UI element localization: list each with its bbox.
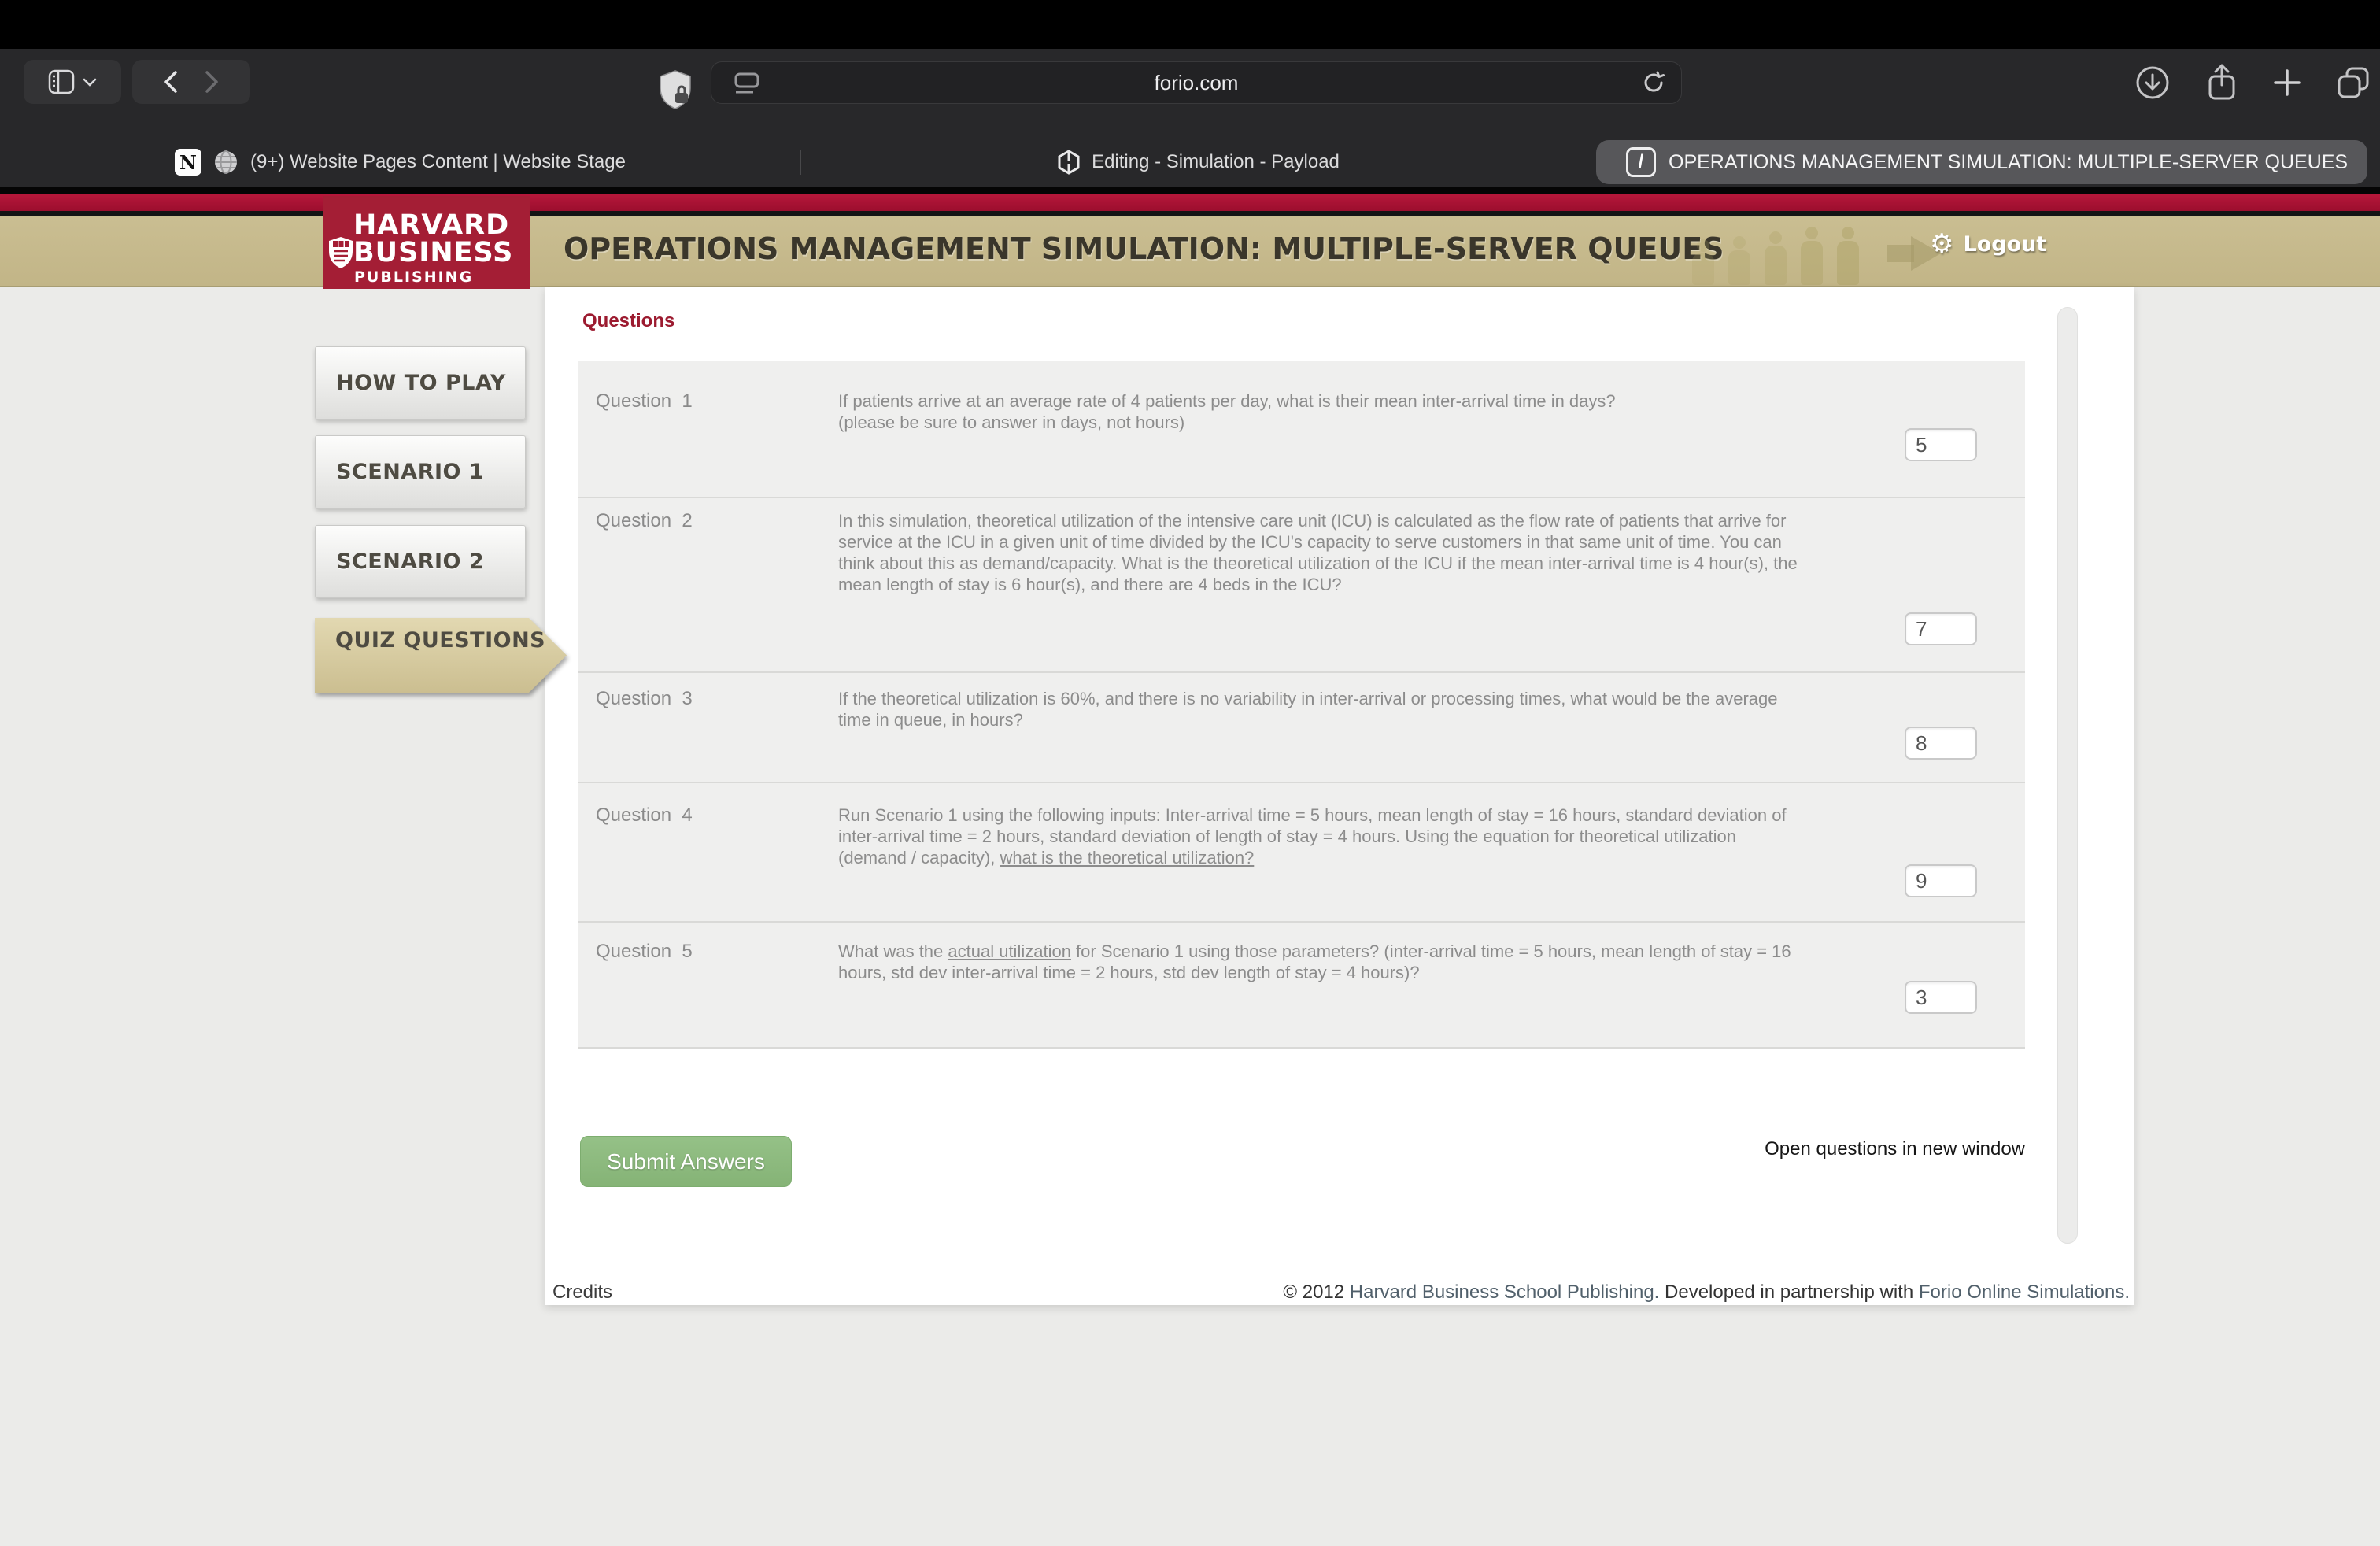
forward-button[interactable]	[201, 68, 222, 95]
tab-overview-icon[interactable]	[2336, 65, 2371, 100]
question-inline-link[interactable]: what is the theoretical utilization?	[1000, 848, 1254, 867]
page-title: OPERATIONS MANAGEMENT SIMULATION: MULTIP…	[564, 231, 1744, 266]
sidebar-item-quiz-questions-active[interactable]: QUIZ QUESTIONS	[315, 618, 567, 693]
logo-line-2: BUSINESS	[353, 237, 513, 268]
harvard-shield-icon	[327, 235, 354, 270]
sidebar-item-label: SCENARIO 1	[336, 460, 484, 484]
question-text-part: If patients arrive at an average rate of…	[838, 391, 1616, 432]
question-row-4: Question 4 Run Scenario 1 using the foll…	[578, 783, 2025, 923]
copyright-line: © 2012 Harvard Business School Publishin…	[1283, 1282, 2130, 1304]
sidebar-icon	[47, 68, 76, 96]
question-text-part: What was the	[838, 941, 948, 961]
menu-bar	[0, 0, 2380, 49]
answer-input-3[interactable]	[1905, 727, 1977, 760]
copyright-prefix: © 2012	[1283, 1282, 1349, 1303]
people-silhouettes-graphic	[1692, 222, 1897, 285]
questions-section-title: Questions	[582, 310, 674, 332]
chevron-down-icon	[82, 76, 98, 87]
question-text: Run Scenario 1 using the following input…	[838, 804, 1806, 868]
screen: forio.com	[0, 0, 2380, 1546]
harvard-business-publishing-logo[interactable]: HARVARD BUSINESS PUBLISHING	[323, 196, 530, 289]
back-button[interactable]	[161, 68, 181, 95]
question-label: Question 1	[596, 390, 693, 412]
logout-control[interactable]: ⚙ Logout	[1930, 227, 2046, 261]
logo-line-3: PUBLISHING	[354, 268, 473, 286]
question-row-1: Question 1 If patients arrive at an aver…	[578, 361, 2025, 498]
notion-icon: N	[175, 149, 201, 176]
tab-label: OPERATIONS MANAGEMENT SIMULATION: MULTIP…	[1669, 151, 2348, 174]
downloads-icon[interactable]	[2134, 65, 2171, 101]
sidebar-item-label: SCENARIO 2	[336, 549, 484, 574]
logout-label: Logout	[1963, 232, 2046, 257]
page-settings-icon[interactable]	[734, 72, 760, 95]
question-row-2: Question 2 In this simulation, theoretic…	[578, 498, 2025, 673]
question-row-5: Question 5 What was the actual utilizati…	[578, 923, 2025, 1049]
question-label: Question 2	[596, 510, 693, 532]
person-silhouette	[1801, 241, 1823, 285]
tab-label: Editing - Simulation - Payload	[1092, 151, 1340, 173]
question-label: Question 5	[596, 941, 693, 963]
simulation-favicon: /	[1626, 147, 1656, 177]
sidebar-item-label: QUIZ QUESTIONS	[315, 618, 567, 693]
url-bar[interactable]: forio.com	[711, 61, 1682, 104]
credits-link[interactable]: Credits	[552, 1282, 612, 1304]
tab-website-pages[interactable]: N (9+) Website Pages Content | Website S…	[0, 138, 800, 187]
chrome-page-gap	[0, 187, 2380, 194]
answer-input-2[interactable]	[1905, 612, 1977, 645]
sidebar-item-label: HOW TO PLAY	[336, 371, 506, 395]
refresh-icon[interactable]	[1642, 71, 1665, 94]
questions-box: Question 1 If patients arrive at an aver…	[578, 361, 2025, 1049]
tab-active-simulation[interactable]: / OPERATIONS MANAGEMENT SIMULATION: MULT…	[1596, 140, 2367, 184]
sidebar-item-scenario-2[interactable]: SCENARIO 2	[315, 525, 526, 598]
question-row-3: Question 3 If the theoretical utilizatio…	[578, 673, 2025, 783]
person-silhouette	[1692, 253, 1714, 285]
question-text-part: Run Scenario 1 using the following input…	[838, 805, 1791, 867]
tab-label: (9+) Website Pages Content | Website Sta…	[250, 151, 626, 173]
person-silhouette	[1765, 246, 1787, 285]
answer-input-4[interactable]	[1905, 864, 1977, 897]
arrow-graphic-bar	[1887, 245, 1914, 262]
partnership-text: Developed in partnership with	[1659, 1282, 1919, 1303]
question-label: Question 3	[596, 688, 693, 710]
forio-epicenter-icon	[1057, 150, 1081, 175]
logo-line-1: HARVARD	[353, 209, 509, 241]
question-inline-link[interactable]: actual utilization	[948, 941, 1071, 961]
person-silhouette	[1728, 250, 1750, 285]
submit-answers-label: Submit Answers	[607, 1149, 765, 1174]
question-text: If patients arrive at an average rate of…	[838, 390, 1806, 433]
share-icon[interactable]	[2205, 63, 2238, 102]
sidebar-toggle-button[interactable]	[24, 60, 121, 104]
answer-input-1[interactable]	[1905, 428, 1977, 461]
question-text: If the theoretical utilization is 60%, a…	[838, 688, 1806, 730]
answer-input-5[interactable]	[1905, 981, 1977, 1014]
submit-answers-button[interactable]: Submit Answers	[580, 1136, 792, 1187]
questions-scrollbar[interactable]	[2057, 307, 2078, 1244]
question-text-part: In this simulation, theoretical utilizat…	[838, 511, 1802, 594]
forio-link[interactable]: Forio Online Simulations.	[1919, 1282, 2130, 1303]
new-tab-icon[interactable]	[2273, 68, 2301, 97]
question-label: Question 4	[596, 804, 693, 827]
nav-buttons	[132, 60, 250, 104]
globe-icon	[213, 149, 239, 176]
open-questions-new-window-link[interactable]: Open questions in new window	[1765, 1138, 2025, 1160]
gear-icon: ⚙	[1930, 228, 1953, 260]
url-text[interactable]: forio.com	[711, 71, 1681, 95]
privacy-shield-extension-icon[interactable]	[658, 69, 693, 110]
person-silhouette	[1837, 241, 1859, 285]
tab-editing-simulation[interactable]: Editing - Simulation - Payload	[800, 138, 1596, 187]
question-text: What was the actual utilization for Scen…	[838, 941, 1806, 983]
toolbar-right-icons	[2134, 63, 2371, 102]
question-text-part: If the theoretical utilization is 60%, a…	[838, 689, 1783, 730]
publisher-link[interactable]: Harvard Business School Publishing.	[1350, 1282, 1660, 1303]
question-text: In this simulation, theoretical utilizat…	[838, 510, 1806, 595]
sidebar-item-scenario-1[interactable]: SCENARIO 1	[315, 435, 526, 509]
sidebar-item-how-to-play[interactable]: HOW TO PLAY	[315, 346, 526, 420]
